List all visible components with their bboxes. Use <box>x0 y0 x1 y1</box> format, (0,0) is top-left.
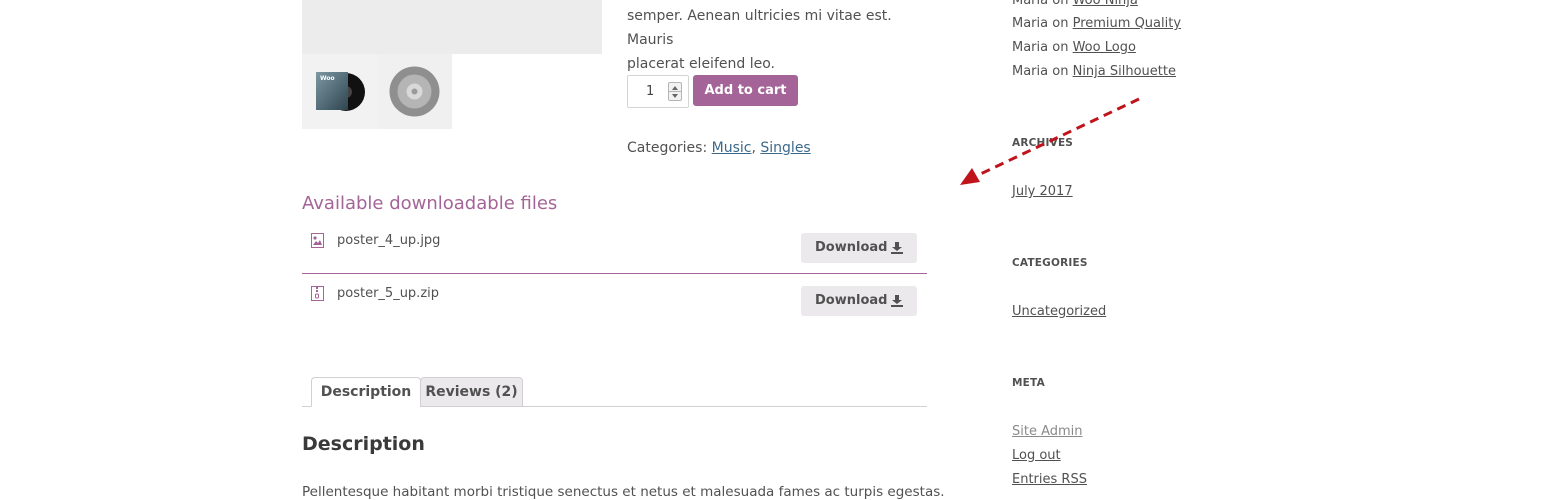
file-name: poster_5_up.zip <box>337 286 440 301</box>
recent-comment: Maria on Woo Logo <box>1012 40 1136 55</box>
file-name: poster_4_up.jpg <box>337 233 441 248</box>
spinner-divider <box>669 91 681 92</box>
product-thumbnail-album[interactable]: Woo <box>302 54 377 129</box>
download-icon <box>891 242 903 254</box>
comment-on: on <box>1052 16 1069 31</box>
comment-on: on <box>1052 40 1069 55</box>
category-link-music[interactable]: Music <box>712 140 752 156</box>
download-button[interactable]: Download <box>801 286 917 316</box>
comment-author: Maria <box>1012 16 1049 31</box>
comment-post-link[interactable]: Ninja Silhouette <box>1073 64 1176 79</box>
disc-image <box>389 66 440 117</box>
comment-on: on <box>1052 0 1069 8</box>
recent-comment: Maria on Ninja Silhouette <box>1012 64 1176 79</box>
annotation-arrow <box>960 97 1140 185</box>
meta-widget-title: META <box>1012 377 1045 389</box>
category-link[interactable]: Uncategorized <box>1012 304 1106 319</box>
category-link-singles[interactable]: Singles <box>760 140 810 156</box>
add-to-cart-button[interactable]: Add to cart <box>693 75 798 106</box>
product-thumbnail-disc[interactable] <box>377 54 452 129</box>
comment-post-link[interactable]: Premium Quality <box>1073 16 1181 31</box>
download-icon <box>891 295 903 307</box>
recent-comment: Maria on Premium Quality <box>1012 16 1181 31</box>
product-short-description: semper. Aenean ultricies mi vitae est. M… <box>627 4 927 76</box>
product-categories: Categories: Music, Singles <box>627 140 811 156</box>
tab-description[interactable]: Description <box>311 377 421 407</box>
chevron-up-icon[interactable] <box>672 86 678 90</box>
image-file-icon <box>311 233 324 248</box>
description-text: Pellentesque habitant morbi tristique se… <box>302 484 945 500</box>
comment-author: Maria <box>1012 40 1049 55</box>
short-description-line: semper. Aenean ultricies mi vitae est. M… <box>627 8 892 48</box>
comment-post-link[interactable]: Woo Ninja <box>1073 0 1138 8</box>
download-button[interactable]: Download <box>801 233 917 263</box>
categories-label: Categories: <box>627 140 708 156</box>
product-main-image[interactable] <box>302 0 602 54</box>
quantity-stepper[interactable]: 1 <box>627 75 689 108</box>
comment-on: on <box>1052 64 1069 79</box>
chevron-down-icon[interactable] <box>672 94 678 98</box>
download-label: Download <box>815 240 888 255</box>
categories-widget-title: CATEGORIES <box>1012 257 1088 269</box>
quantity-spinner[interactable] <box>668 82 682 101</box>
downloads-title: Available downloadable files <box>302 193 558 214</box>
file-divider <box>302 273 927 274</box>
meta-link-entries-rss[interactable]: Entries RSS <box>1012 472 1087 487</box>
zip-file-icon <box>311 286 324 301</box>
tab-reviews[interactable]: Reviews (2) <box>420 377 523 407</box>
album-cd-image: Woo <box>316 72 365 111</box>
quantity-value[interactable]: 1 <box>646 84 654 99</box>
section-title: Description <box>302 433 425 455</box>
download-label: Download <box>815 293 888 308</box>
comment-author: Maria <box>1012 0 1049 8</box>
short-description-line: placerat eleifend leo. <box>627 56 775 72</box>
svg-text:Woo: Woo <box>320 75 335 82</box>
comment-author: Maria <box>1012 64 1049 79</box>
meta-link-log-out[interactable]: Log out <box>1012 448 1061 463</box>
comment-post-link[interactable]: Woo Logo <box>1073 40 1136 55</box>
meta-link-site-admin[interactable]: Site Admin <box>1012 424 1083 439</box>
recent-comment: Maria on Woo Ninja <box>1012 0 1138 8</box>
